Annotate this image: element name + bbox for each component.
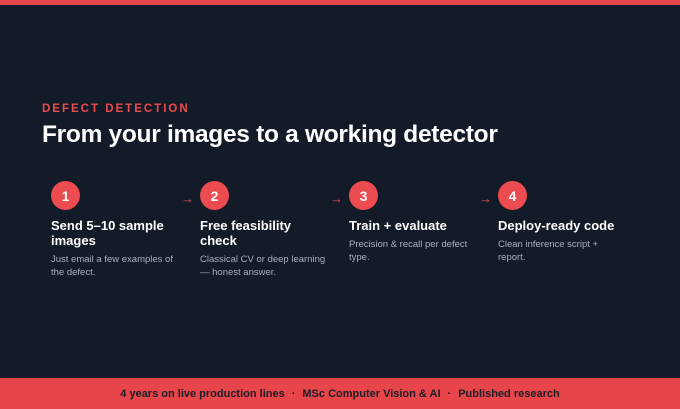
step-title: Deploy-ready code [498,218,615,233]
page-title: From your images to a working detector [42,121,498,148]
step-number-badge: 4 [498,181,527,210]
arrow-right-icon: → [330,191,343,206]
step-1: 1 Send 5–10 sample images Just email a f… [51,181,181,279]
step-title: Send 5–10 sample images [51,218,164,248]
step-description: Precision & recall per defect type. [349,239,468,263]
step-title: Train + evaluate [349,218,447,233]
step-4: 4 Deploy-ready code Clean inference scri… [498,181,628,264]
footer-item: Published research [458,387,560,400]
arrow-right-icon: → [479,191,492,206]
step-description: Just email a few examples of the defect. [51,254,173,278]
step-2: 2 Free feasibility check Classical CV or… [200,181,330,279]
step-number-badge: 2 [200,181,229,210]
step-description: Classical CV or deep learning — honest a… [200,254,326,278]
top-accent-bar [0,0,680,5]
footer-item: 4 years on live production lines [120,387,285,400]
process-steps: 1 Send 5–10 sample images Just email a f… [51,181,651,281]
step-number-badge: 3 [349,181,378,210]
step-title: Free feasibility check [200,218,292,248]
step-number-badge: 1 [51,181,80,210]
step-description: Clean inference script + report. [498,239,599,263]
section-eyebrow: DEFECT DETECTION [42,103,190,115]
footer-item: MSc Computer Vision & AI [302,387,441,400]
footer-separator: · [447,387,452,400]
credentials-footer: 4 years on live production lines · MSc C… [0,378,680,409]
step-3: 3 Train + evaluate Precision & recall pe… [349,181,479,264]
arrow-right-icon: → [181,191,194,206]
footer-separator: · [291,387,296,400]
